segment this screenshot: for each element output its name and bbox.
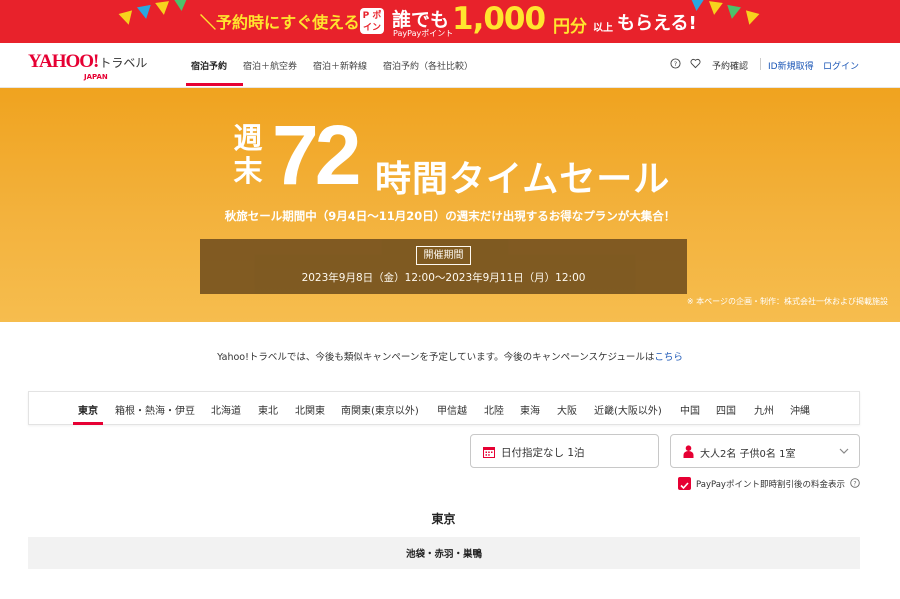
new-id-link[interactable]: ID新規取得 (768, 59, 814, 72)
area-title: 東京 (431, 512, 456, 526)
period-label: 開催期間 (416, 246, 471, 265)
tab-kitakanto[interactable]: 北関東 (295, 402, 325, 417)
tab-koshinetsu[interactable]: 甲信越 (437, 402, 467, 417)
bunting-decoration (689, 0, 770, 43)
paypay-point-logo-icon: P ポイント (360, 8, 384, 43)
campaign-schedule-link[interactable]: こちら (654, 352, 683, 363)
hero-title: 時間タイムセール (375, 159, 671, 200)
reservation-check-link[interactable]: 予約確認 (712, 59, 748, 72)
heart-icon[interactable] (690, 58, 701, 69)
yahoo-travel-logo[interactable]: YAHOO!トラベル JAPAN (28, 51, 148, 81)
promo-banner[interactable]: ＼予約時にすぐ使える／ P ポイント 誰でも PayPayポイント 1,000 … (0, 0, 900, 43)
promo-get: もらえる! (617, 13, 697, 34)
tab-osaka[interactable]: 大阪 (557, 402, 577, 417)
login-link[interactable]: ログイン (823, 59, 859, 72)
hero-matsu: 末 (233, 154, 263, 188)
promo-yen: 円分 (553, 17, 587, 37)
hero-big-number: 72 (272, 108, 361, 202)
tab-tohoku[interactable]: 東北 (258, 402, 278, 417)
promo-more: 以上 (593, 23, 613, 34)
logo-travel: トラベル (99, 56, 148, 70)
subarea-header[interactable]: 池袋・赤羽・巣鴨 (28, 537, 860, 569)
period-dates: 2023年9月8日（金）12:00〜2023年9月11日（月）12:00 (301, 272, 586, 284)
tab-hokuriku[interactable]: 北陸 (484, 402, 504, 417)
site-header: YAHOO!トラベル JAPAN 宿泊予約 宿泊＋航空券 宿泊＋新幹線 宿泊予約… (0, 43, 900, 88)
bunting-decoration (118, 0, 200, 43)
hero-banner: 週 末 72 時間タイムセール 秋旅セール期間中（9月4日〜11月20日）の週末… (0, 88, 900, 322)
subarea-label: 池袋・赤羽・巣鴨 (405, 549, 482, 560)
guest-selector[interactable]: 大人2名 子供0名 1室 (670, 434, 860, 468)
person-icon (683, 445, 694, 458)
hero-note: ※ 本ページの企画・制作：株式会社一休および掲載施設 (686, 297, 888, 306)
hero-shu: 週 (233, 121, 263, 155)
tab-chugoku[interactable]: 中国 (680, 402, 700, 417)
campaign-info-text: Yahoo!トラベルでは、今後も類似キャンペーンを予定しています。今後のキャンペ… (217, 352, 655, 363)
logo-yahoo: YAHOO! (28, 51, 99, 72)
logo-japan: JAPAN (84, 73, 108, 81)
checkmark-icon (680, 482, 689, 490)
nav-active-indicator (186, 83, 243, 86)
promo-amount: 1,000 (452, 1, 546, 37)
nav-stay[interactable]: 宿泊予約 (191, 59, 227, 72)
campaign-info: Yahoo!トラベルでは、今後も類似キャンペーンを予定しています。今後のキャンペ… (0, 349, 900, 363)
hero-weekend: 週 末 (232, 122, 264, 188)
nav-stay-shinkansen[interactable]: 宿泊＋新幹線 (313, 59, 367, 72)
help-icon[interactable]: ? (850, 478, 860, 488)
calendar-icon (483, 447, 495, 458)
svg-text:?: ? (674, 60, 677, 68)
tab-shikoku[interactable]: 四国 (716, 402, 736, 417)
tab-active-indicator (73, 422, 103, 425)
nav-stay-compare[interactable]: 宿泊予約（各社比較） (383, 59, 473, 72)
tab-kinki[interactable]: 近畿(大阪以外) (594, 402, 662, 417)
tab-hokkaido[interactable]: 北海道 (211, 402, 241, 417)
guest-value: 大人2名 子供0名 1室 (700, 449, 796, 460)
tab-hakone-atami-izu[interactable]: 箱根・熱海・伊豆 (115, 402, 195, 417)
svg-text:?: ? (853, 480, 856, 487)
paypay-discount-label[interactable]: PayPayポイント即時割引後の料金表示 (696, 478, 845, 490)
chevron-down-icon (839, 448, 849, 454)
tab-minamikanto[interactable]: 南関東(東京以外) (341, 402, 419, 417)
region-tabs: 東京 箱根・熱海・伊豆 北海道 東北 北関東 南関東(東京以外) 甲信越 北陸 … (28, 391, 860, 425)
date-selector[interactable]: 日付指定なし 1泊 (470, 434, 659, 468)
paypay-discount-checkbox[interactable] (678, 477, 691, 490)
tab-kyushu[interactable]: 九州 (754, 402, 774, 417)
date-value: 日付指定なし 1泊 (501, 447, 585, 459)
tab-tokai[interactable]: 東海 (520, 402, 540, 417)
hero-subtitle: 秋旅セール期間中（9月4日〜11月20日）の週末だけ出現するお得なプランが大集合… (224, 209, 676, 223)
tab-okinawa[interactable]: 沖縄 (790, 402, 810, 417)
header-divider (760, 58, 761, 70)
nav-stay-air[interactable]: 宿泊＋航空券 (243, 59, 297, 72)
help-icon[interactable]: ? (670, 58, 681, 69)
promo-lead: ＼予約時にすぐ使える／ (200, 13, 376, 32)
promo-paypay-point: PayPayポイント (393, 29, 454, 38)
tab-tokyo[interactable]: 東京 (78, 402, 98, 417)
period-box: 開催期間 2023年9月8日（金）12:00〜2023年9月11日（月）12:0… (200, 239, 687, 294)
